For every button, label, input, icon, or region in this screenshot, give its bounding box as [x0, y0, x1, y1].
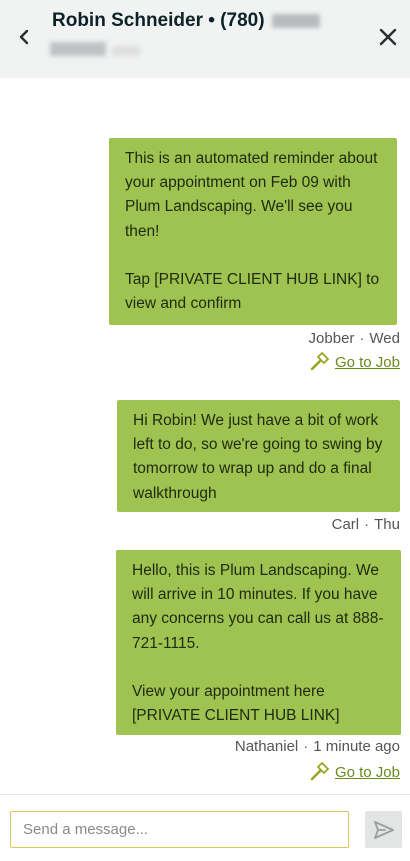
chevron-left-icon — [19, 29, 29, 45]
meta-separator: · — [364, 516, 370, 533]
redacted-phone — [271, 13, 320, 28]
redacted-subtitle — [50, 42, 140, 60]
go-to-job-label[interactable]: Go to Job — [335, 354, 400, 371]
composer-divider — [0, 794, 410, 795]
message-bubble: Hi Robin! We just have a bit of work lef… — [117, 400, 400, 512]
close-icon — [379, 28, 397, 46]
hammer-icon — [310, 762, 329, 781]
conversation-title: Robin Schneider • (780) — [52, 10, 320, 32]
hammer-icon — [310, 352, 329, 371]
close-button[interactable] — [376, 25, 400, 49]
go-to-job-link[interactable]: Go to Job — [309, 352, 400, 372]
go-to-job-link[interactable]: Go to Job — [309, 762, 400, 782]
send-icon — [373, 820, 394, 839]
message-bubble: This is an automated reminder about your… — [109, 138, 397, 325]
meta-separator: · — [303, 738, 309, 755]
message-meta: Nathaniel · 1 minute ago — [235, 738, 400, 755]
go-to-job-label[interactable]: Go to Job — [335, 764, 400, 781]
conversation-header: Robin Schneider • (780) — [0, 0, 410, 78]
contact-name-phone: Robin Schneider • (780) — [52, 10, 265, 31]
message-input[interactable] — [10, 811, 349, 848]
message-time: Thu — [374, 516, 400, 533]
message-sender: Carl — [331, 516, 360, 533]
message-time: 1 minute ago — [313, 738, 400, 755]
back-button[interactable] — [14, 26, 36, 48]
send-button[interactable] — [365, 811, 402, 848]
message-meta: Jobber · Wed — [309, 330, 400, 347]
meta-separator: · — [359, 330, 365, 347]
message-bubble: Hello, this is Plum Landscaping. We will… — [116, 550, 401, 735]
message-sender: Jobber — [308, 330, 355, 347]
message-meta: Carl · Thu — [332, 516, 400, 533]
message-time: Wed — [369, 330, 400, 347]
message-sender: Nathaniel — [234, 738, 299, 755]
